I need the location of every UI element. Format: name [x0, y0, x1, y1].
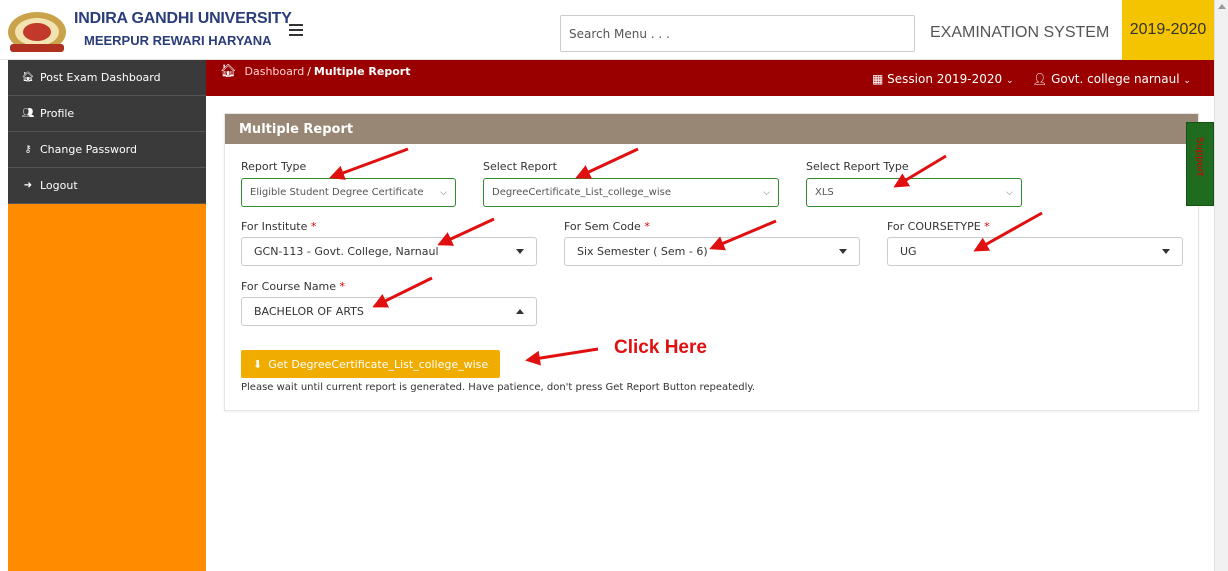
- sidebar-item-change-password[interactable]: ⚷ Change Password: [8, 132, 206, 168]
- click-here-annotation: Click Here: [614, 337, 707, 358]
- select-report-value: DegreeCertificate_List_college_wise: [492, 187, 671, 198]
- chevron-down-icon: ⌵: [763, 187, 770, 198]
- report-type-select[interactable]: Eligible Student Degree Certificate ⌵: [241, 178, 456, 207]
- breadcrumb-dashboard-link[interactable]: Dashboard: [245, 65, 305, 78]
- wait-note: Please wait until current report is gene…: [241, 382, 756, 393]
- sidebar-item-profile[interactable]: 👥︎ Profile: [8, 96, 206, 132]
- coursetype-label-text: For COURSETYPE: [887, 220, 981, 233]
- institute-label-text: For Institute: [241, 220, 308, 233]
- user-dropdown[interactable]: 👤︎ Govt. college narnaul ⌄: [1032, 72, 1191, 86]
- required-mark: *: [984, 220, 990, 233]
- required-mark: *: [339, 280, 346, 293]
- menu-toggle-icon[interactable]: [289, 24, 303, 36]
- coursetype-label: For COURSETYPE *: [887, 220, 990, 233]
- coursetype-value: UG: [900, 245, 917, 258]
- session-label: Session 2019-2020: [887, 72, 1003, 86]
- select-report-select[interactable]: DegreeCertificate_List_college_wise ⌵: [483, 178, 779, 207]
- sidebar-item-label: Post Exam Dashboard: [40, 71, 161, 84]
- sidebar-item-post-exam-dashboard[interactable]: 🏠︎ Post Exam Dashboard: [8, 60, 206, 96]
- logout-icon: ➜: [23, 180, 33, 191]
- session-dropdown[interactable]: ▦ Session 2019-2020 ⌄: [872, 72, 1014, 86]
- breadcrumb: 🏠︎ Dashboard / Multiple Report: [220, 64, 410, 79]
- caret-down-icon: [839, 249, 847, 254]
- breadcrumb-separator: /: [307, 65, 311, 78]
- chevron-down-icon: ⌄: [1006, 76, 1014, 86]
- breadcrumb-current: Multiple Report: [313, 65, 411, 78]
- user-name: Govt. college narnaul: [1051, 72, 1180, 86]
- select-report-type-select[interactable]: XLS ⌵: [806, 178, 1022, 207]
- sidebar-item-label: Logout: [40, 179, 78, 192]
- top-header: INDIRA GANDHI UNIVERSITY MEERPUR REWARI …: [0, 0, 1228, 60]
- sidebar-item-logout[interactable]: ➜ Logout: [8, 168, 206, 204]
- home-icon[interactable]: 🏠︎: [220, 64, 237, 79]
- caret-down-icon: [516, 249, 524, 254]
- university-name: INDIRA GANDHI UNIVERSITY: [74, 10, 292, 27]
- required-mark: *: [644, 220, 650, 233]
- course-name-value: BACHELOR OF ARTS: [254, 305, 364, 318]
- sem-code-label: For Sem Code *: [564, 220, 650, 233]
- required-mark: *: [310, 220, 317, 233]
- course-name-select[interactable]: BACHELOR OF ARTS: [241, 297, 537, 326]
- download-icon: ⬇: [253, 357, 263, 371]
- caret-down-icon: [1162, 249, 1170, 254]
- coursetype-select[interactable]: UG: [887, 237, 1183, 266]
- report-type-value: Eligible Student Degree Certificate: [250, 187, 424, 198]
- page-scrollbar[interactable]: [1214, 0, 1228, 571]
- content-header-bar: 🏠︎ Dashboard / Multiple Report ▦ Session…: [206, 60, 1214, 96]
- calendar-icon: ▦: [872, 72, 884, 86]
- users-icon: 👥︎: [21, 108, 35, 119]
- search-menu-input[interactable]: [560, 15, 915, 52]
- select-report-type-label: Select Report Type: [806, 160, 909, 173]
- support-tab[interactable]: Support: [1186, 122, 1214, 206]
- institute-label: For Institute *: [241, 220, 316, 233]
- sem-code-label-text: For Sem Code: [564, 220, 641, 233]
- report-type-label: Report Type: [241, 160, 307, 173]
- course-name-label-text: For Course Name: [241, 280, 337, 293]
- key-icon: ⚷: [24, 144, 32, 155]
- sidebar: 🏠︎ Post Exam Dashboard 👥︎ Profile ⚷ Chan…: [8, 60, 206, 571]
- home-icon: 🏠︎: [21, 72, 35, 83]
- system-title: EXAMINATION SYSTEM: [930, 24, 1110, 41]
- get-report-button[interactable]: ⬇ Get DegreeCertificate_List_college_wis…: [241, 350, 501, 378]
- chevron-down-icon: ⌵: [440, 187, 447, 198]
- chevron-down-icon: ⌵: [1006, 187, 1013, 198]
- institute-select[interactable]: GCN-113 - Govt. College, Narnaul: [241, 237, 537, 266]
- sidebar-item-label: Profile: [40, 107, 75, 120]
- support-label: Support: [1194, 137, 1205, 177]
- select-report-label: Select Report: [483, 160, 557, 173]
- course-name-label: For Course Name *: [241, 280, 345, 293]
- sidebar-item-label: Change Password: [40, 143, 137, 156]
- panel-title: Multiple Report: [225, 114, 1198, 144]
- sem-code-value: Six Semester ( Sem - 6): [577, 245, 708, 258]
- university-logo: [8, 12, 66, 52]
- scroll-up-icon[interactable]: [1218, 4, 1226, 9]
- university-location: MEERPUR REWARI HARYANA: [84, 33, 272, 48]
- user-icon: 👤︎: [1032, 72, 1048, 86]
- multiple-report-panel: Multiple Report Report Type Eligible Stu…: [224, 113, 1199, 411]
- sem-code-select[interactable]: Six Semester ( Sem - 6): [564, 237, 860, 266]
- caret-up-icon: [516, 309, 524, 314]
- select-report-type-value: XLS: [815, 187, 834, 198]
- get-report-button-label: Get DegreeCertificate_List_college_wise: [268, 357, 489, 371]
- institute-value: GCN-113 - Govt. College, Narnaul: [254, 245, 439, 258]
- year-badge: 2019-2020: [1122, 0, 1214, 60]
- chevron-down-icon: ⌄: [1183, 76, 1191, 86]
